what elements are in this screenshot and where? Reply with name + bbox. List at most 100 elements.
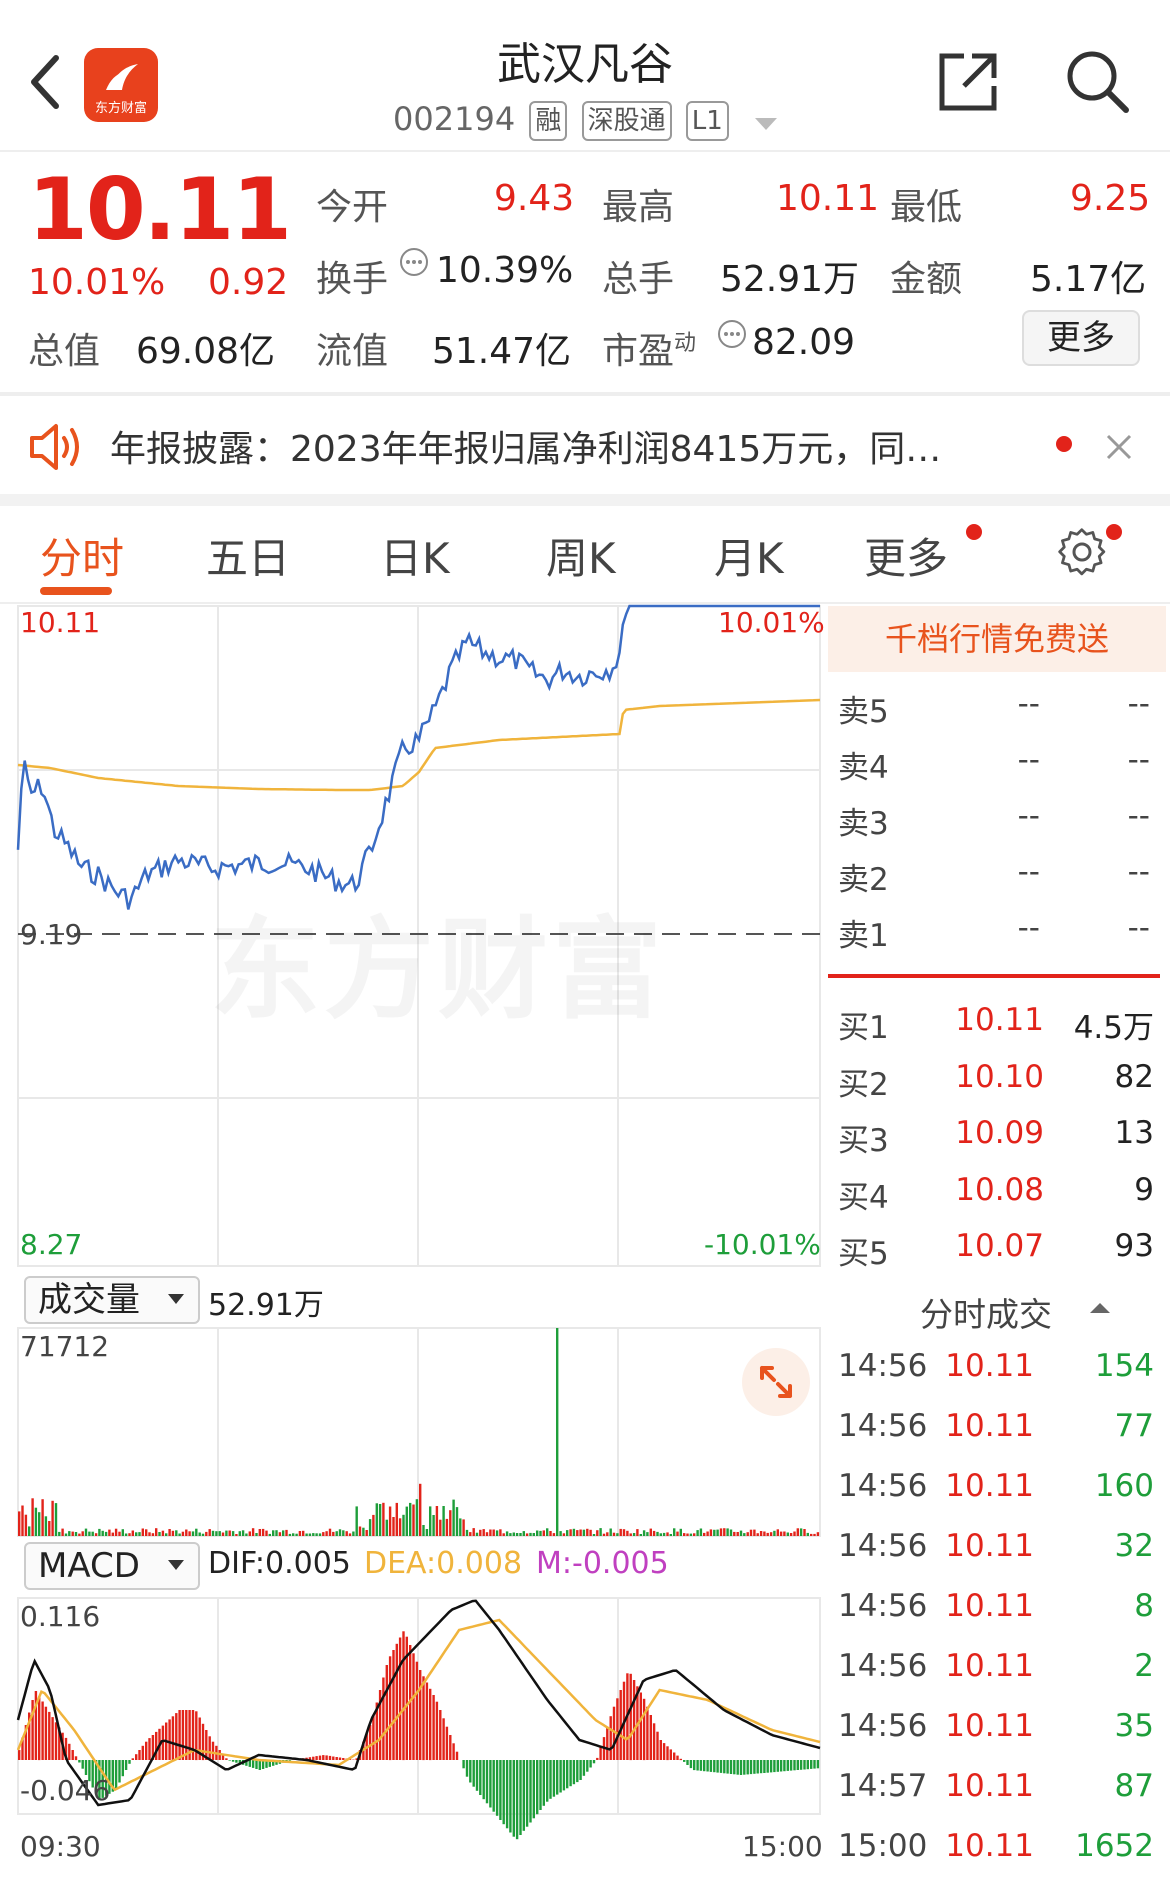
share-icon[interactable] (936, 50, 1000, 114)
volume-bar (415, 1499, 419, 1536)
macd-bar (84, 1760, 88, 1775)
change-amount: 0.92 (208, 262, 289, 303)
volume-bar (652, 1530, 656, 1536)
volume-bar (709, 1529, 713, 1536)
volume-bar (248, 1531, 251, 1536)
info-icon[interactable] (398, 246, 430, 278)
tab-intraday[interactable]: 分时 (40, 525, 124, 586)
macd-bar (733, 1760, 736, 1775)
volume-bar (168, 1529, 171, 1536)
volume-bar (509, 1533, 512, 1536)
volume-bar (435, 1506, 439, 1536)
ask-volume: -- (1127, 910, 1150, 946)
dropdown-icon[interactable] (754, 102, 777, 140)
macd-bar (716, 1760, 719, 1773)
volume-bar (58, 1531, 61, 1536)
volume-total: 52.91万 (208, 1288, 324, 1323)
volume-bar (24, 1514, 28, 1536)
ticks-title: 分时成交 (920, 1295, 1052, 1334)
macd-bar (114, 1760, 118, 1789)
volume-bar (355, 1506, 358, 1536)
volume-bar (599, 1528, 602, 1536)
volume-bar (726, 1528, 729, 1536)
macd-bar (248, 1760, 251, 1767)
ask-label: 卖1 (838, 918, 889, 954)
bid-volume: 93 (1114, 1228, 1154, 1264)
tick-price: 10.11 (945, 1588, 1034, 1624)
high-value: 10.11 (776, 178, 880, 219)
macd-bar (783, 1760, 786, 1772)
tab-five-day[interactable]: 五日 (206, 525, 290, 586)
tab-more-dot (966, 524, 982, 540)
tick-volume: 8 (1134, 1588, 1154, 1624)
tick-volume: 1652 (1075, 1828, 1154, 1864)
tab-daily-k[interactable]: 日K (380, 525, 450, 586)
volume-bar (576, 1530, 579, 1536)
volume-bar (512, 1532, 515, 1536)
volume-bar (756, 1533, 759, 1536)
news-headline[interactable]: 年报披露：2023年年报归属净利润8415万元，同… (110, 420, 941, 472)
volume-bar (84, 1528, 88, 1536)
volume-bar (221, 1532, 225, 1536)
volume-selector[interactable]: 成交量 (24, 1276, 200, 1324)
settings-icon[interactable] (1056, 526, 1108, 578)
ask-volume: -- (1127, 686, 1150, 722)
pct-bottom-label: -10.01% (704, 1228, 821, 1261)
search-icon[interactable] (1064, 48, 1130, 114)
macd-bar (693, 1760, 696, 1771)
tab-more[interactable]: 更多 (864, 525, 948, 586)
macd-bar (44, 1706, 48, 1760)
macd-bar (532, 1760, 535, 1819)
macd-bar (776, 1760, 779, 1772)
volume-bar (124, 1533, 128, 1536)
macd-bar (786, 1760, 789, 1771)
macd-bar (395, 1643, 398, 1760)
macd-dif: DIF:0.005 (208, 1546, 351, 1581)
more-quote-button[interactable]: 更多 (1022, 310, 1140, 366)
volume-bar (482, 1529, 485, 1536)
y-top-label: 10.11 (20, 606, 101, 639)
macd-bar (699, 1760, 703, 1771)
expand-icon[interactable] (742, 1348, 810, 1416)
volume-bar (38, 1512, 41, 1536)
volume-bar (419, 1483, 422, 1536)
volume-bar (375, 1503, 378, 1536)
volume-bar (562, 1533, 566, 1536)
volume-bar (275, 1530, 278, 1536)
volume-bar (332, 1531, 335, 1536)
volume-bar (646, 1532, 649, 1536)
volume-bar (241, 1530, 245, 1536)
macd-bar (74, 1756, 78, 1761)
volume-bar (231, 1531, 235, 1536)
volume-bar (799, 1528, 803, 1536)
macd-bar (566, 1760, 569, 1789)
tick-time: 14:56 (838, 1708, 928, 1744)
volume-bar (108, 1529, 111, 1536)
volume-bar (522, 1531, 525, 1536)
caret-up-icon[interactable] (1090, 1300, 1110, 1319)
macd-bar (425, 1682, 429, 1760)
tab-weekly-k[interactable]: 周K (546, 525, 616, 586)
volume-bar (686, 1533, 689, 1536)
bid-label: 买5 (838, 1236, 889, 1272)
volume-bar (713, 1529, 716, 1536)
macd-bar (743, 1760, 746, 1775)
volume-bar (211, 1530, 215, 1536)
volume-bar (402, 1514, 405, 1536)
promo-banner[interactable]: 千档行情免费送 (828, 606, 1166, 672)
tab-monthly-k[interactable]: 月K (714, 525, 784, 586)
volume-bar (138, 1532, 141, 1536)
volume-bar (308, 1533, 312, 1536)
volume-bar (28, 1526, 31, 1536)
volume-bar (181, 1531, 185, 1536)
volume-bar (372, 1514, 375, 1536)
macd-bar (539, 1760, 542, 1810)
volume-bar (41, 1499, 44, 1536)
macd-selector[interactable]: MACD (24, 1542, 200, 1590)
macd-bar (629, 1673, 632, 1761)
volume-bar (64, 1533, 68, 1536)
turnover-value: 10.39% (436, 250, 574, 291)
volume-bar (34, 1507, 38, 1536)
close-icon[interactable] (1104, 432, 1134, 462)
info-icon[interactable] (716, 318, 748, 350)
